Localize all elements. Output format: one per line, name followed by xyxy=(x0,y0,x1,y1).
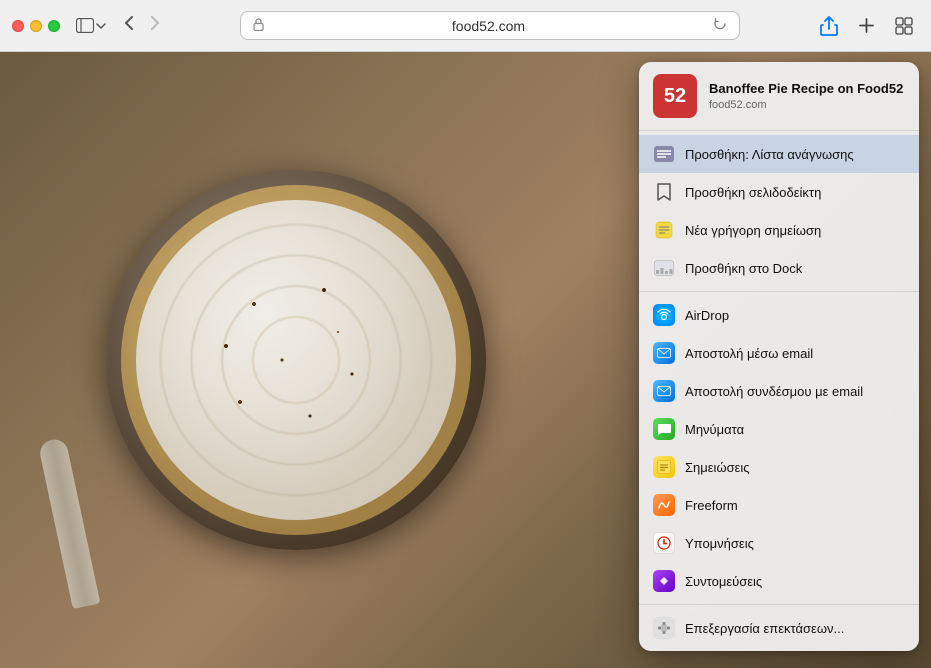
reload-icon[interactable] xyxy=(713,17,727,34)
menu-item-label: Υπομνήσεις xyxy=(685,536,754,551)
sidebar-icon xyxy=(76,18,94,33)
reading-list-icon xyxy=(653,143,675,165)
share-menu: 52 Banoffee Pie Recipe on Food52 food52.… xyxy=(639,62,919,651)
extensions-svg xyxy=(657,621,671,635)
back-button[interactable] xyxy=(118,11,140,40)
notes-icon xyxy=(653,456,675,478)
messages-icon xyxy=(653,418,675,440)
notes-svg xyxy=(657,460,671,474)
site-favicon: 52 xyxy=(653,74,697,118)
page-url: food52.com xyxy=(709,99,905,111)
bookmark-svg xyxy=(656,182,672,202)
menu-item-airdrop[interactable]: AirDrop xyxy=(639,296,919,334)
forward-arrow-icon xyxy=(150,15,160,31)
address-bar[interactable]: food52.com xyxy=(240,11,740,40)
menu-item-label: Νέα γρήγορη σημείωση xyxy=(685,223,821,238)
menu-item-label: Αποστολή συνδέσμου με email xyxy=(685,384,863,399)
reading-list-svg xyxy=(654,146,674,162)
shortcuts-svg xyxy=(657,574,671,588)
reminders-icon xyxy=(653,532,675,554)
mail-send-icon xyxy=(653,342,675,364)
page-title: Banoffee Pie Recipe on Food52 xyxy=(709,81,905,98)
address-bar-container: food52.com xyxy=(174,11,806,40)
menu-item-label: Προσθήκη στο Dock xyxy=(685,261,802,276)
mail-send-svg xyxy=(657,348,671,358)
tab-overview-button[interactable] xyxy=(889,13,919,39)
airdrop-icon xyxy=(653,304,675,326)
plus-icon xyxy=(858,17,875,34)
pie-plate xyxy=(106,170,486,550)
freeform-svg xyxy=(657,498,671,512)
menu-item-label: Μηνύματα xyxy=(685,422,744,437)
url-display: food52.com xyxy=(270,18,707,34)
menu-item-bookmark[interactable]: Προσθήκη σελιδοδείκτη xyxy=(639,173,919,211)
menu-item-extensions[interactable]: Επεξεργασία επεκτάσεων... xyxy=(639,609,919,647)
menu-divider-1 xyxy=(639,291,919,292)
menu-item-label: Προσθήκη: Λίστα ανάγνωσης xyxy=(685,147,854,162)
traffic-lights xyxy=(12,20,60,32)
minimize-button[interactable] xyxy=(30,20,42,32)
mail-link-svg xyxy=(657,386,671,396)
extensions-label: Επεξεργασία επεκτάσεων... xyxy=(685,621,844,636)
lock-icon xyxy=(253,18,264,34)
share-button[interactable] xyxy=(814,12,844,40)
menu-item-label: Αποστολή μέσω email xyxy=(685,346,813,361)
maximize-button[interactable] xyxy=(48,20,60,32)
menu-item-notes[interactable]: Σημειώσεις xyxy=(639,448,919,486)
site-info: Banoffee Pie Recipe on Food52 food52.com xyxy=(709,81,905,112)
browser-toolbar: food52.com xyxy=(0,0,931,52)
quick-note-icon xyxy=(653,219,675,241)
menu-item-freeform[interactable]: Freeform xyxy=(639,486,919,524)
airdrop-svg xyxy=(657,308,671,322)
reminders-svg xyxy=(657,536,671,550)
toolbar-right xyxy=(814,12,919,40)
freeform-icon xyxy=(653,494,675,516)
pie-image xyxy=(20,72,571,648)
pie-chocolate-sprinkles xyxy=(156,220,436,500)
sidebar-toggle[interactable] xyxy=(76,18,106,33)
nav-buttons xyxy=(118,11,166,40)
menu-item-add-dock[interactable]: Προσθήκη στο Dock xyxy=(639,249,919,287)
site-icon-text: 52 xyxy=(664,85,686,108)
chevron-down-icon xyxy=(96,23,106,29)
back-arrow-icon xyxy=(124,15,134,31)
forward-button[interactable] xyxy=(144,11,166,40)
menu-item-label: Freeform xyxy=(685,498,738,513)
reload-svg xyxy=(713,17,727,31)
share-menu-header: 52 Banoffee Pie Recipe on Food52 food52.… xyxy=(639,62,919,131)
lock-svg xyxy=(253,18,264,31)
menu-item-shortcuts[interactable]: Συντομεύσεις xyxy=(639,562,919,600)
quick-note-svg xyxy=(655,221,673,239)
menu-item-mail-link[interactable]: Αποστολή συνδέσμου με email xyxy=(639,372,919,410)
add-dock-icon xyxy=(653,257,675,279)
shortcuts-icon xyxy=(653,570,675,592)
menu-item-reading-list[interactable]: Προσθήκη: Λίστα ανάγνωσης xyxy=(639,135,919,173)
menu-item-quick-note[interactable]: Νέα γρήγορη σημείωση xyxy=(639,211,919,249)
menu-item-label: AirDrop xyxy=(685,308,729,323)
menu-divider-2 xyxy=(639,604,919,605)
menu-item-label: Συντομεύσεις xyxy=(685,574,762,589)
tab-overview-icon xyxy=(895,17,913,35)
menu-item-label: Σημειώσεις xyxy=(685,460,750,475)
close-button[interactable] xyxy=(12,20,24,32)
bookmark-icon xyxy=(653,181,675,203)
menu-item-label: Προσθήκη σελιδοδείκτη xyxy=(685,185,821,200)
add-dock-svg xyxy=(654,260,674,276)
content-area: 52 Banoffee Pie Recipe on Food52 food52.… xyxy=(0,52,931,668)
menu-item-mail-send[interactable]: Αποστολή μέσω email xyxy=(639,334,919,372)
share-icon xyxy=(820,16,838,36)
mail-link-icon xyxy=(653,380,675,402)
menu-item-messages[interactable]: Μηνύματα xyxy=(639,410,919,448)
menu-items-list: Προσθήκη: Λίστα ανάγνωσης Προσθήκη σελιδ… xyxy=(639,131,919,651)
extensions-icon xyxy=(653,617,675,639)
messages-svg xyxy=(657,422,671,436)
menu-item-reminders[interactable]: Υπομνήσεις xyxy=(639,524,919,562)
new-tab-button[interactable] xyxy=(852,13,881,38)
